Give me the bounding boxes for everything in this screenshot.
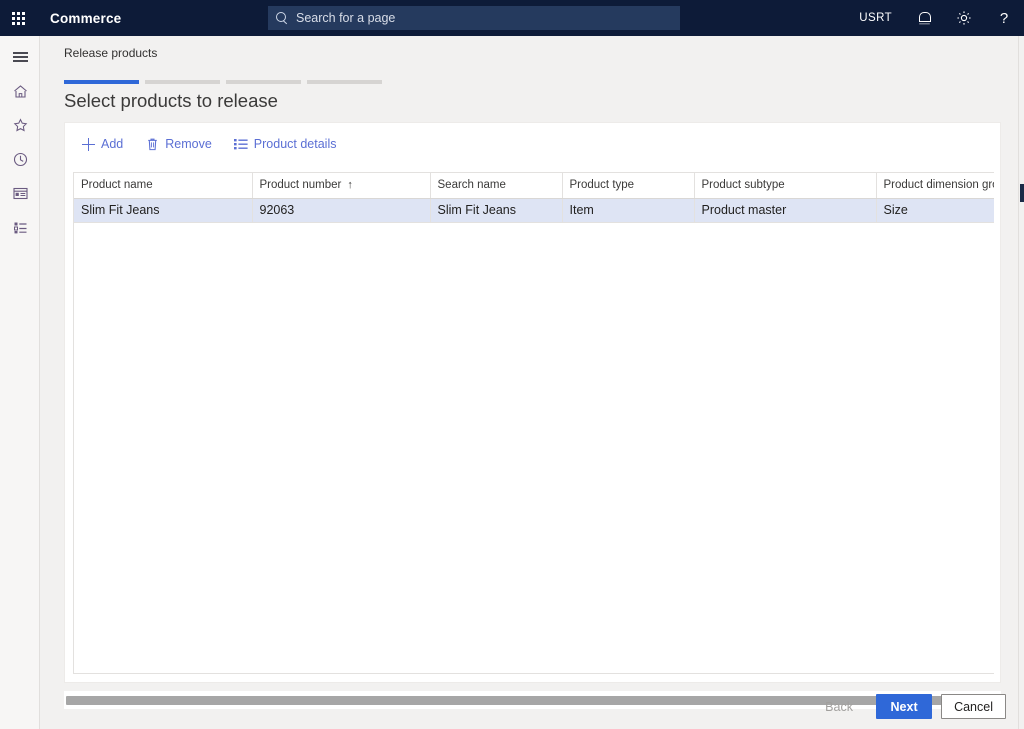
product-selection-card: Add Remove — [64, 122, 1001, 683]
search-icon — [276, 12, 289, 25]
sidebar-item-workspaces[interactable] — [0, 176, 40, 210]
settings-button[interactable] — [944, 0, 984, 36]
notifications-button[interactable] — [904, 0, 944, 36]
back-button[interactable]: Back — [811, 694, 867, 719]
wizard-step-1[interactable] — [64, 80, 139, 84]
add-button[interactable]: Add — [73, 130, 131, 158]
page-vertical-scrollbar-thumb[interactable] — [1020, 184, 1024, 202]
grid-header-row: Product name Product number ↑ Search name… — [74, 173, 994, 198]
column-header-product-number[interactable]: Product number ↑ — [252, 173, 430, 198]
table-row[interactable]: Slim Fit Jeans 92063 Slim Fit Jeans Item… — [74, 198, 994, 222]
gear-icon — [956, 10, 972, 26]
search-input[interactable] — [296, 11, 672, 25]
grid-body: Slim Fit Jeans 92063 Slim Fit Jeans Item… — [74, 198, 994, 222]
wizard-footer: Back Next Cancel — [811, 694, 1006, 719]
cell-product-dimension-group[interactable]: Size — [876, 198, 994, 222]
global-search-box[interactable] — [268, 6, 680, 30]
remove-button-label: Remove — [165, 137, 212, 151]
cell-product-number[interactable]: 92063 — [252, 198, 430, 222]
company-selector[interactable]: USRT — [847, 12, 904, 24]
left-navigation-rail — [0, 36, 40, 729]
help-button[interactable]: ? — [984, 0, 1024, 36]
modules-list-icon — [12, 219, 29, 236]
column-label: Product subtype — [702, 179, 785, 191]
waffle-icon — [12, 12, 25, 25]
sidebar-item-modules[interactable] — [0, 210, 40, 244]
page-vertical-scrollbar[interactable] — [1018, 36, 1024, 729]
hamburger-icon — [13, 50, 28, 65]
cancel-button[interactable]: Cancel — [941, 694, 1006, 719]
sidebar-item-recent[interactable] — [0, 142, 40, 176]
waffle-menu-button[interactable] — [0, 0, 36, 36]
add-button-label: Add — [101, 137, 123, 151]
wizard-step-2[interactable] — [145, 80, 220, 84]
column-header-product-type[interactable]: Product type — [562, 173, 694, 198]
app-title: Commerce — [50, 11, 121, 26]
product-details-label: Product details — [254, 137, 337, 151]
products-grid: Product name Product number ↑ Search name… — [74, 173, 994, 223]
clock-icon — [12, 151, 29, 168]
column-header-product-name[interactable]: Product name — [74, 173, 252, 198]
topbar-actions: USRT ? — [847, 0, 1024, 36]
page-title: Select products to release — [64, 90, 278, 112]
home-icon — [12, 83, 29, 100]
grid-toolbar: Add Remove — [65, 123, 1000, 165]
sort-ascending-icon: ↑ — [347, 179, 353, 191]
column-label: Product type — [570, 179, 635, 191]
plus-icon — [81, 137, 95, 151]
wizard-step-4[interactable] — [307, 80, 382, 84]
sidebar-item-favorites[interactable] — [0, 108, 40, 142]
cell-product-name[interactable]: Slim Fit Jeans — [74, 198, 252, 222]
trash-icon — [145, 137, 159, 151]
wizard-step-indicator — [64, 80, 382, 84]
column-label: Product dimension group — [884, 179, 995, 191]
workspace-content: Release products Select products to rele… — [41, 36, 1024, 729]
cell-product-type[interactable]: Item — [562, 198, 694, 222]
cell-search-name[interactable]: Slim Fit Jeans — [430, 198, 562, 222]
breadcrumb[interactable]: Release products — [64, 46, 157, 60]
wizard-step-3[interactable] — [226, 80, 301, 84]
column-label: Product number — [260, 179, 342, 191]
column-header-search-name[interactable]: Search name — [430, 173, 562, 198]
top-navigation-bar: Commerce USRT ? — [0, 0, 1024, 36]
column-label: Product name — [81, 179, 153, 191]
star-icon — [12, 117, 29, 134]
column-header-product-subtype[interactable]: Product subtype — [694, 173, 876, 198]
cell-product-subtype[interactable]: Product master — [694, 198, 876, 222]
remove-button[interactable]: Remove — [137, 130, 220, 158]
sidebar-item-home[interactable] — [0, 74, 40, 108]
workspace-icon — [12, 185, 29, 202]
products-grid-container: Product name Product number ↑ Search name… — [73, 172, 994, 674]
details-list-icon — [234, 137, 248, 151]
sidebar-item-nav-toggle[interactable] — [0, 40, 40, 74]
next-button[interactable]: Next — [876, 694, 932, 719]
product-details-button[interactable]: Product details — [226, 130, 345, 158]
bell-icon — [919, 12, 930, 24]
column-label: Search name — [438, 179, 506, 191]
column-header-product-dimension-group[interactable]: Product dimension group — [876, 173, 994, 198]
question-mark-icon: ? — [1000, 11, 1008, 26]
